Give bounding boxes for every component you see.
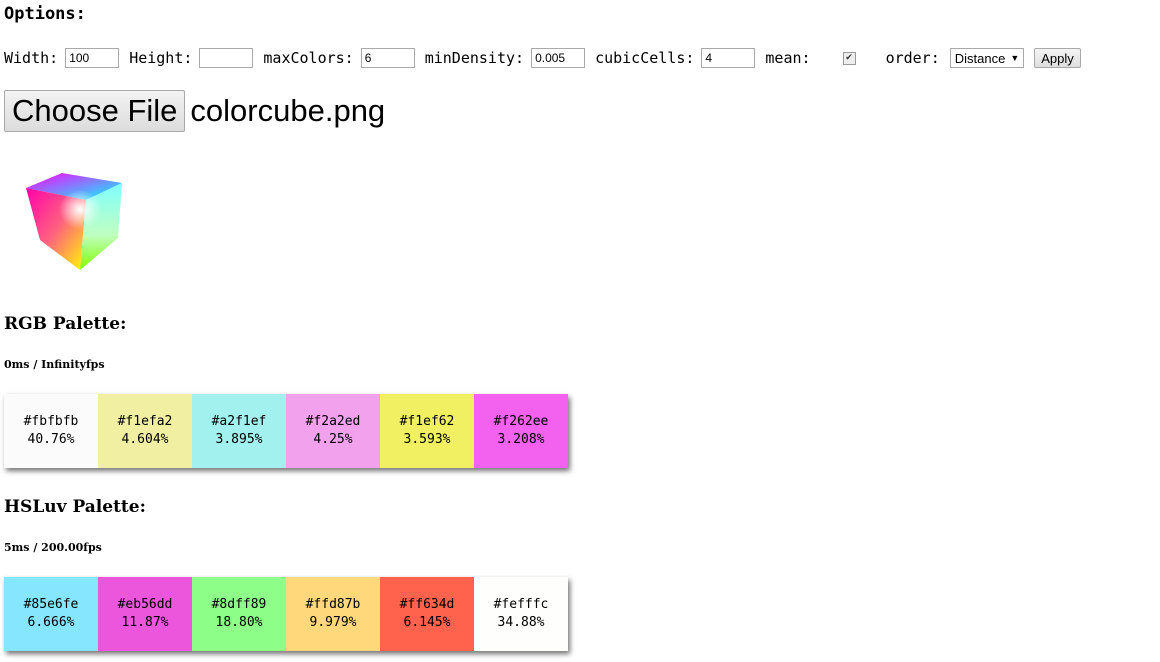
- cubiccells-label: cubicCells:: [595, 49, 695, 67]
- swatch-hex: #85e6fe: [23, 597, 79, 612]
- swatch-percent: 4.604%: [121, 432, 169, 447]
- hsluv-palette-title: HSLuv Palette:: [4, 497, 146, 517]
- rgb-palette: #fbfbfb 40.76% #f1efa2 4.604% #a2f1ef 3.895% #…: [4, 394, 568, 468]
- swatch-hex: #fbfbfb: [23, 414, 79, 429]
- color-swatch: #f2a2ed 4.25%: [286, 394, 380, 468]
- dropdown-arrow-icon: ▼: [1010, 53, 1020, 63]
- width-label: Width:: [4, 49, 59, 67]
- swatch-hex: #ff634d: [399, 597, 455, 612]
- width-input[interactable]: 100: [65, 48, 120, 68]
- swatch-hex: #f1ef62: [399, 414, 455, 429]
- color-swatch: #fefffc 34.88%: [474, 577, 568, 651]
- hsluv-palette: #85e6fe 6.666% #eb56dd 11.87% #8dff89 18.80% #…: [4, 577, 568, 651]
- file-name: colorcube.png: [190, 93, 386, 128]
- swatch-percent: 9.979%: [309, 615, 357, 630]
- color-swatch: #f1ef62 3.593%: [380, 394, 474, 468]
- color-swatch: #f1efa2 4.604%: [98, 394, 192, 468]
- color-swatch: #fbfbfb 40.76%: [4, 394, 98, 468]
- swatch-hex: #f262ee: [493, 414, 549, 429]
- swatch-percent: 6.145%: [403, 615, 451, 630]
- swatch-percent: 3.208%: [497, 432, 545, 447]
- mindensity-label: minDensity:: [424, 49, 525, 67]
- swatch-percent: 18.80%: [215, 615, 263, 630]
- hsluv-timing: 5ms / 200.00fps: [4, 541, 102, 554]
- maxcolors-input[interactable]: 6: [360, 48, 415, 68]
- options-row: Width: 100 Height: maxColors: 6 minDensi…: [4, 48, 1081, 68]
- file-picker: Choose File colorcube.png: [4, 90, 385, 132]
- swatch-hex: #fefffc: [493, 597, 549, 612]
- swatch-hex: #f2a2ed: [305, 414, 361, 429]
- color-cube-image: [26, 173, 122, 270]
- color-swatch: #ff634d 6.145%: [380, 577, 474, 651]
- color-swatch: #8dff89 18.80%: [192, 577, 286, 651]
- swatch-percent: 34.88%: [497, 615, 545, 630]
- color-swatch: #f262ee 3.208%: [474, 394, 568, 468]
- swatch-percent: 11.87%: [121, 615, 169, 630]
- color-swatch: #a2f1ef 3.895%: [192, 394, 286, 468]
- height-label: Height:: [129, 49, 193, 67]
- height-input[interactable]: [199, 48, 254, 68]
- swatch-percent: 6.666%: [27, 615, 75, 630]
- swatch-percent: 40.76%: [27, 432, 75, 447]
- swatch-percent: 4.25%: [313, 432, 353, 447]
- options-title: Options:: [4, 4, 86, 24]
- swatch-hex: #ffd87b: [305, 597, 361, 612]
- mindensity-input[interactable]: 0.005: [531, 48, 586, 68]
- order-label: order:: [885, 49, 940, 67]
- color-swatch: #ffd87b 9.979%: [286, 577, 380, 651]
- choose-file-button[interactable]: Choose File: [4, 90, 186, 132]
- color-swatch: #85e6fe 6.666%: [4, 577, 98, 651]
- cubiccells-input[interactable]: 4: [701, 48, 756, 68]
- swatch-hex: #f1efa2: [117, 414, 173, 429]
- color-swatch: #eb56dd 11.87%: [98, 577, 192, 651]
- swatch-percent: 3.895%: [215, 432, 263, 447]
- apply-button[interactable]: Apply: [1034, 48, 1081, 68]
- maxcolors-label: maxColors:: [263, 49, 354, 67]
- order-value: Distance: [954, 50, 1006, 66]
- swatch-hex: #eb56dd: [117, 597, 173, 612]
- swatch-hex: #a2f1ef: [211, 414, 267, 429]
- rgb-palette-title: RGB Palette:: [4, 314, 127, 334]
- mean-label: mean:: [765, 49, 811, 67]
- swatch-percent: 3.593%: [403, 432, 451, 447]
- swatch-hex: #8dff89: [211, 597, 267, 612]
- order-select[interactable]: Distance ▼: [949, 48, 1025, 68]
- mean-checkbox[interactable]: ✔: [842, 51, 856, 65]
- rgb-timing: 0ms / Infinityfps: [4, 358, 105, 371]
